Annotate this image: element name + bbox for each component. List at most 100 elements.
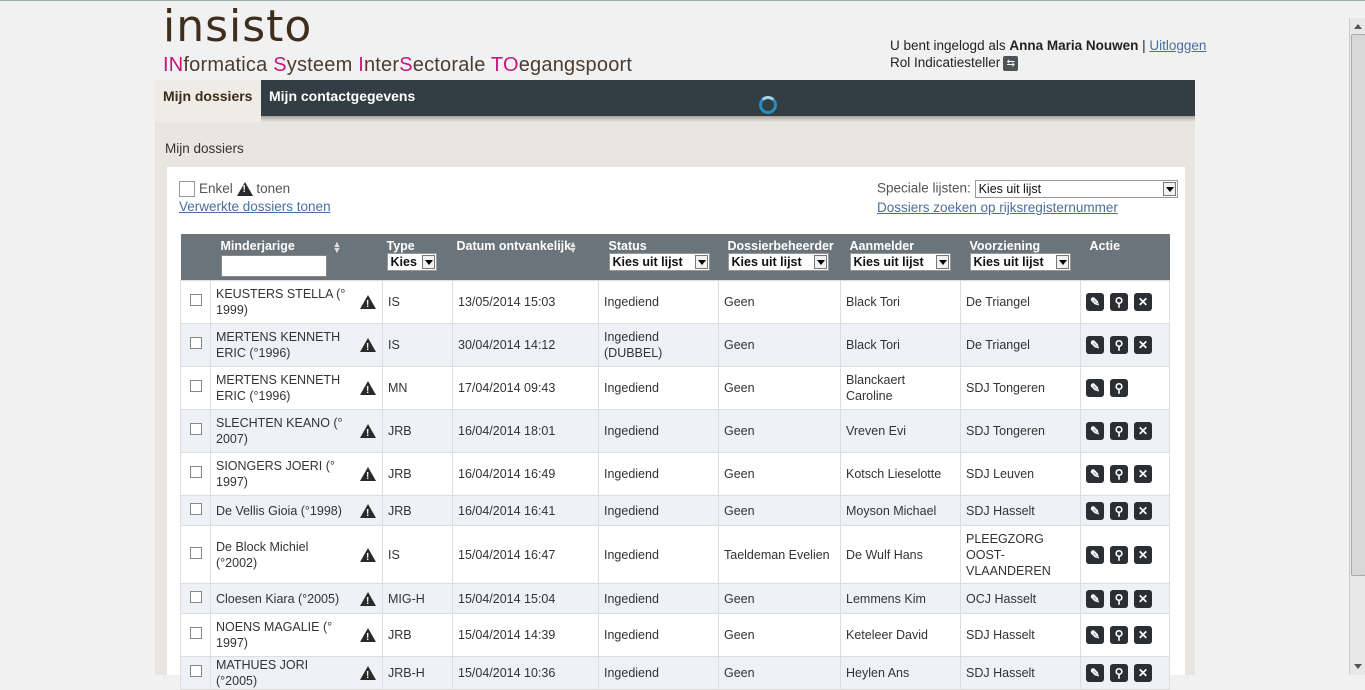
delete-icon[interactable]: ✕ — [1134, 336, 1152, 354]
header-provision-label: Voorziening — [969, 239, 1041, 253]
table-row[interactable]: MATHUES JORI (°2005) JRB-H15/04/2014 10:3… — [180, 656, 1170, 690]
processed-dossiers-link[interactable]: Verwerkte dossiers tonen — [179, 199, 331, 214]
header-status[interactable]: Status Kies uit lijst — [598, 234, 719, 281]
view-icon[interactable]: ⚲ — [1110, 589, 1128, 608]
table-row[interactable]: KEUSTERS STELLA (° 1999) IS13/05/2014 15:… — [180, 280, 1170, 324]
provision-filter-select[interactable]: Kies uit lijst — [969, 253, 1071, 271]
minor-filter-input[interactable] — [220, 255, 327, 277]
provision-cell: De Triangel — [960, 323, 1081, 367]
chevron-down-icon — [1162, 182, 1176, 196]
edit-icon[interactable]: ✎ — [1086, 545, 1104, 564]
scroll-up-icon[interactable] — [1354, 24, 1362, 29]
view-icon[interactable]: ⚲ — [1110, 545, 1128, 564]
table-row[interactable]: MERTENS KENNETH ERIC (°1996) IS30/04/2014… — [180, 323, 1170, 367]
delete-icon[interactable]: ✕ — [1134, 293, 1152, 311]
provision-cell: SDJ Tongeren — [960, 409, 1081, 453]
logout-link[interactable]: Uitloggen — [1149, 38, 1206, 53]
delete-icon[interactable]: ✕ — [1134, 501, 1152, 520]
view-icon[interactable]: ⚲ — [1110, 664, 1128, 682]
sort-icon[interactable]: ▲ ▼ — [333, 240, 342, 255]
special-lists-value: Kies uit lijst — [978, 182, 1042, 196]
search-rijksregister-link[interactable]: Dossiers zoeken op rijksregisternummer — [877, 200, 1118, 215]
special-lists-select[interactable]: Kies uit lijst — [974, 180, 1178, 198]
edit-icon[interactable]: ✎ — [1086, 465, 1104, 483]
row-checkbox[interactable] — [189, 590, 202, 603]
status-filter-select[interactable]: Kies uit lijst — [608, 253, 710, 271]
reporter-cell: Moyson Michael — [840, 495, 961, 526]
view-icon[interactable]: ⚲ — [1110, 379, 1128, 397]
type-cell: JRB-H — [382, 656, 453, 690]
manager-cell: Geen — [718, 452, 841, 496]
row-checkbox[interactable] — [189, 423, 202, 435]
header-provision[interactable]: Voorziening Kies uit lijst — [960, 234, 1081, 281]
reporter-filter-select[interactable]: Kies uit lijst — [849, 253, 951, 271]
row-checkbox[interactable] — [189, 502, 202, 515]
manager-cell: Geen — [718, 613, 841, 657]
header-type-label: Type — [386, 239, 415, 253]
tab-mijn-dossiers[interactable]: Mijn dossiers — [155, 80, 261, 122]
row-checkbox[interactable] — [189, 546, 202, 559]
row-checkbox[interactable] — [189, 466, 202, 478]
chevron-down-icon — [813, 255, 827, 269]
reporter-filter-value: Kies uit lijst — [853, 255, 924, 269]
edit-icon[interactable]: ✎ — [1086, 336, 1104, 354]
status-cell: Ingediend — [598, 656, 719, 690]
edit-icon[interactable]: ✎ — [1086, 589, 1104, 608]
table-row[interactable]: De Vellis Gioia (°1998) JRB16/04/2014 16:… — [180, 495, 1170, 526]
edit-icon[interactable]: ✎ — [1086, 379, 1104, 397]
delete-icon[interactable]: ✕ — [1134, 589, 1152, 608]
chevron-down-icon — [694, 255, 708, 269]
vertical-scrollbar[interactable] — [1349, 18, 1365, 675]
header-date[interactable]: Datum ontvankelijk ▲ ▼ — [452, 234, 599, 281]
view-icon[interactable]: ⚲ — [1110, 336, 1128, 354]
header-reporter[interactable]: Aanmelder Kies uit lijst — [840, 234, 961, 281]
edit-icon[interactable]: ✎ — [1086, 501, 1104, 520]
view-icon[interactable]: ⚲ — [1110, 501, 1128, 520]
type-filter-select[interactable]: Kies — [386, 253, 437, 271]
dossier-table: Minderjarige ▲ ▼ Type Kies Datum ontvanke… — [180, 234, 1170, 690]
delete-icon[interactable]: ✕ — [1134, 664, 1152, 682]
view-icon[interactable]: ⚲ — [1110, 293, 1128, 311]
delete-icon[interactable]: ✕ — [1134, 422, 1152, 440]
delete-icon[interactable]: ✕ — [1134, 545, 1152, 564]
type-cell: MIG-H — [382, 583, 453, 614]
edit-icon[interactable]: ✎ — [1086, 664, 1104, 682]
row-checkbox[interactable] — [189, 627, 202, 639]
minor-name: MATHUES JORI (°2005) — [216, 658, 309, 688]
view-icon[interactable]: ⚲ — [1110, 422, 1128, 440]
row-checkbox[interactable] — [189, 665, 202, 677]
date-cell: 13/05/2014 15:03 — [452, 280, 599, 324]
table-row[interactable]: Cloesen Kiara (°2005) MIG-H15/04/2014 15:… — [180, 583, 1170, 614]
type-cell: JRB — [382, 613, 453, 657]
tab-mijn-contactgegevens[interactable]: Mijn contactgegevens — [261, 80, 423, 116]
edit-icon[interactable]: ✎ — [1086, 293, 1104, 311]
header-minor[interactable]: Minderjarige ▲ ▼ — [210, 234, 383, 281]
view-icon[interactable]: ⚲ — [1110, 465, 1128, 483]
scroll-down-icon[interactable] — [1354, 664, 1362, 669]
table-row[interactable]: SLECHTEN KEANO (° 2007) JRB16/04/2014 18:… — [180, 409, 1170, 453]
sort-icon[interactable]: ▲ ▼ — [569, 240, 578, 255]
edit-icon[interactable]: ✎ — [1086, 626, 1104, 644]
only-warnings-checkbox[interactable] — [179, 181, 195, 198]
table-row[interactable]: MERTENS KENNETH ERIC (°1996) MN17/04/2014… — [180, 366, 1170, 410]
edit-icon[interactable]: ✎ — [1086, 422, 1104, 440]
filter-right: Speciale lijsten: Kies uit lijst Dossier… — [877, 180, 1178, 215]
provision-cell: De Triangel — [960, 280, 1081, 324]
switch-role-icon[interactable]: ⇆ — [1003, 55, 1019, 71]
scrollbar-thumb[interactable] — [1351, 34, 1365, 576]
row-checkbox[interactable] — [189, 337, 202, 349]
table-row[interactable]: NOENS MAGALIE (° 1997) JRB15/04/2014 14:3… — [180, 613, 1170, 657]
delete-icon[interactable]: ✕ — [1134, 465, 1152, 483]
header-manager[interactable]: Dossierbeheerder Kies uit lijst — [718, 234, 841, 281]
tagline-segment: egangspoort — [518, 54, 633, 76]
table-row[interactable]: SIONGERS JOERI (° 1997) JRB16/04/2014 16:… — [180, 452, 1170, 496]
view-icon[interactable]: ⚲ — [1110, 626, 1128, 644]
manager-cell: Geen — [718, 366, 841, 410]
delete-icon[interactable]: ✕ — [1134, 626, 1152, 644]
action-cell: ✎ ⚲ ✕ — [1080, 323, 1170, 367]
table-row[interactable]: De Block Michiel (°2002) IS15/04/2014 16:… — [180, 525, 1170, 584]
manager-filter-select[interactable]: Kies uit lijst — [727, 253, 829, 271]
row-checkbox[interactable] — [189, 294, 202, 306]
header-type[interactable]: Type Kies — [382, 234, 453, 281]
row-checkbox[interactable] — [189, 380, 202, 392]
